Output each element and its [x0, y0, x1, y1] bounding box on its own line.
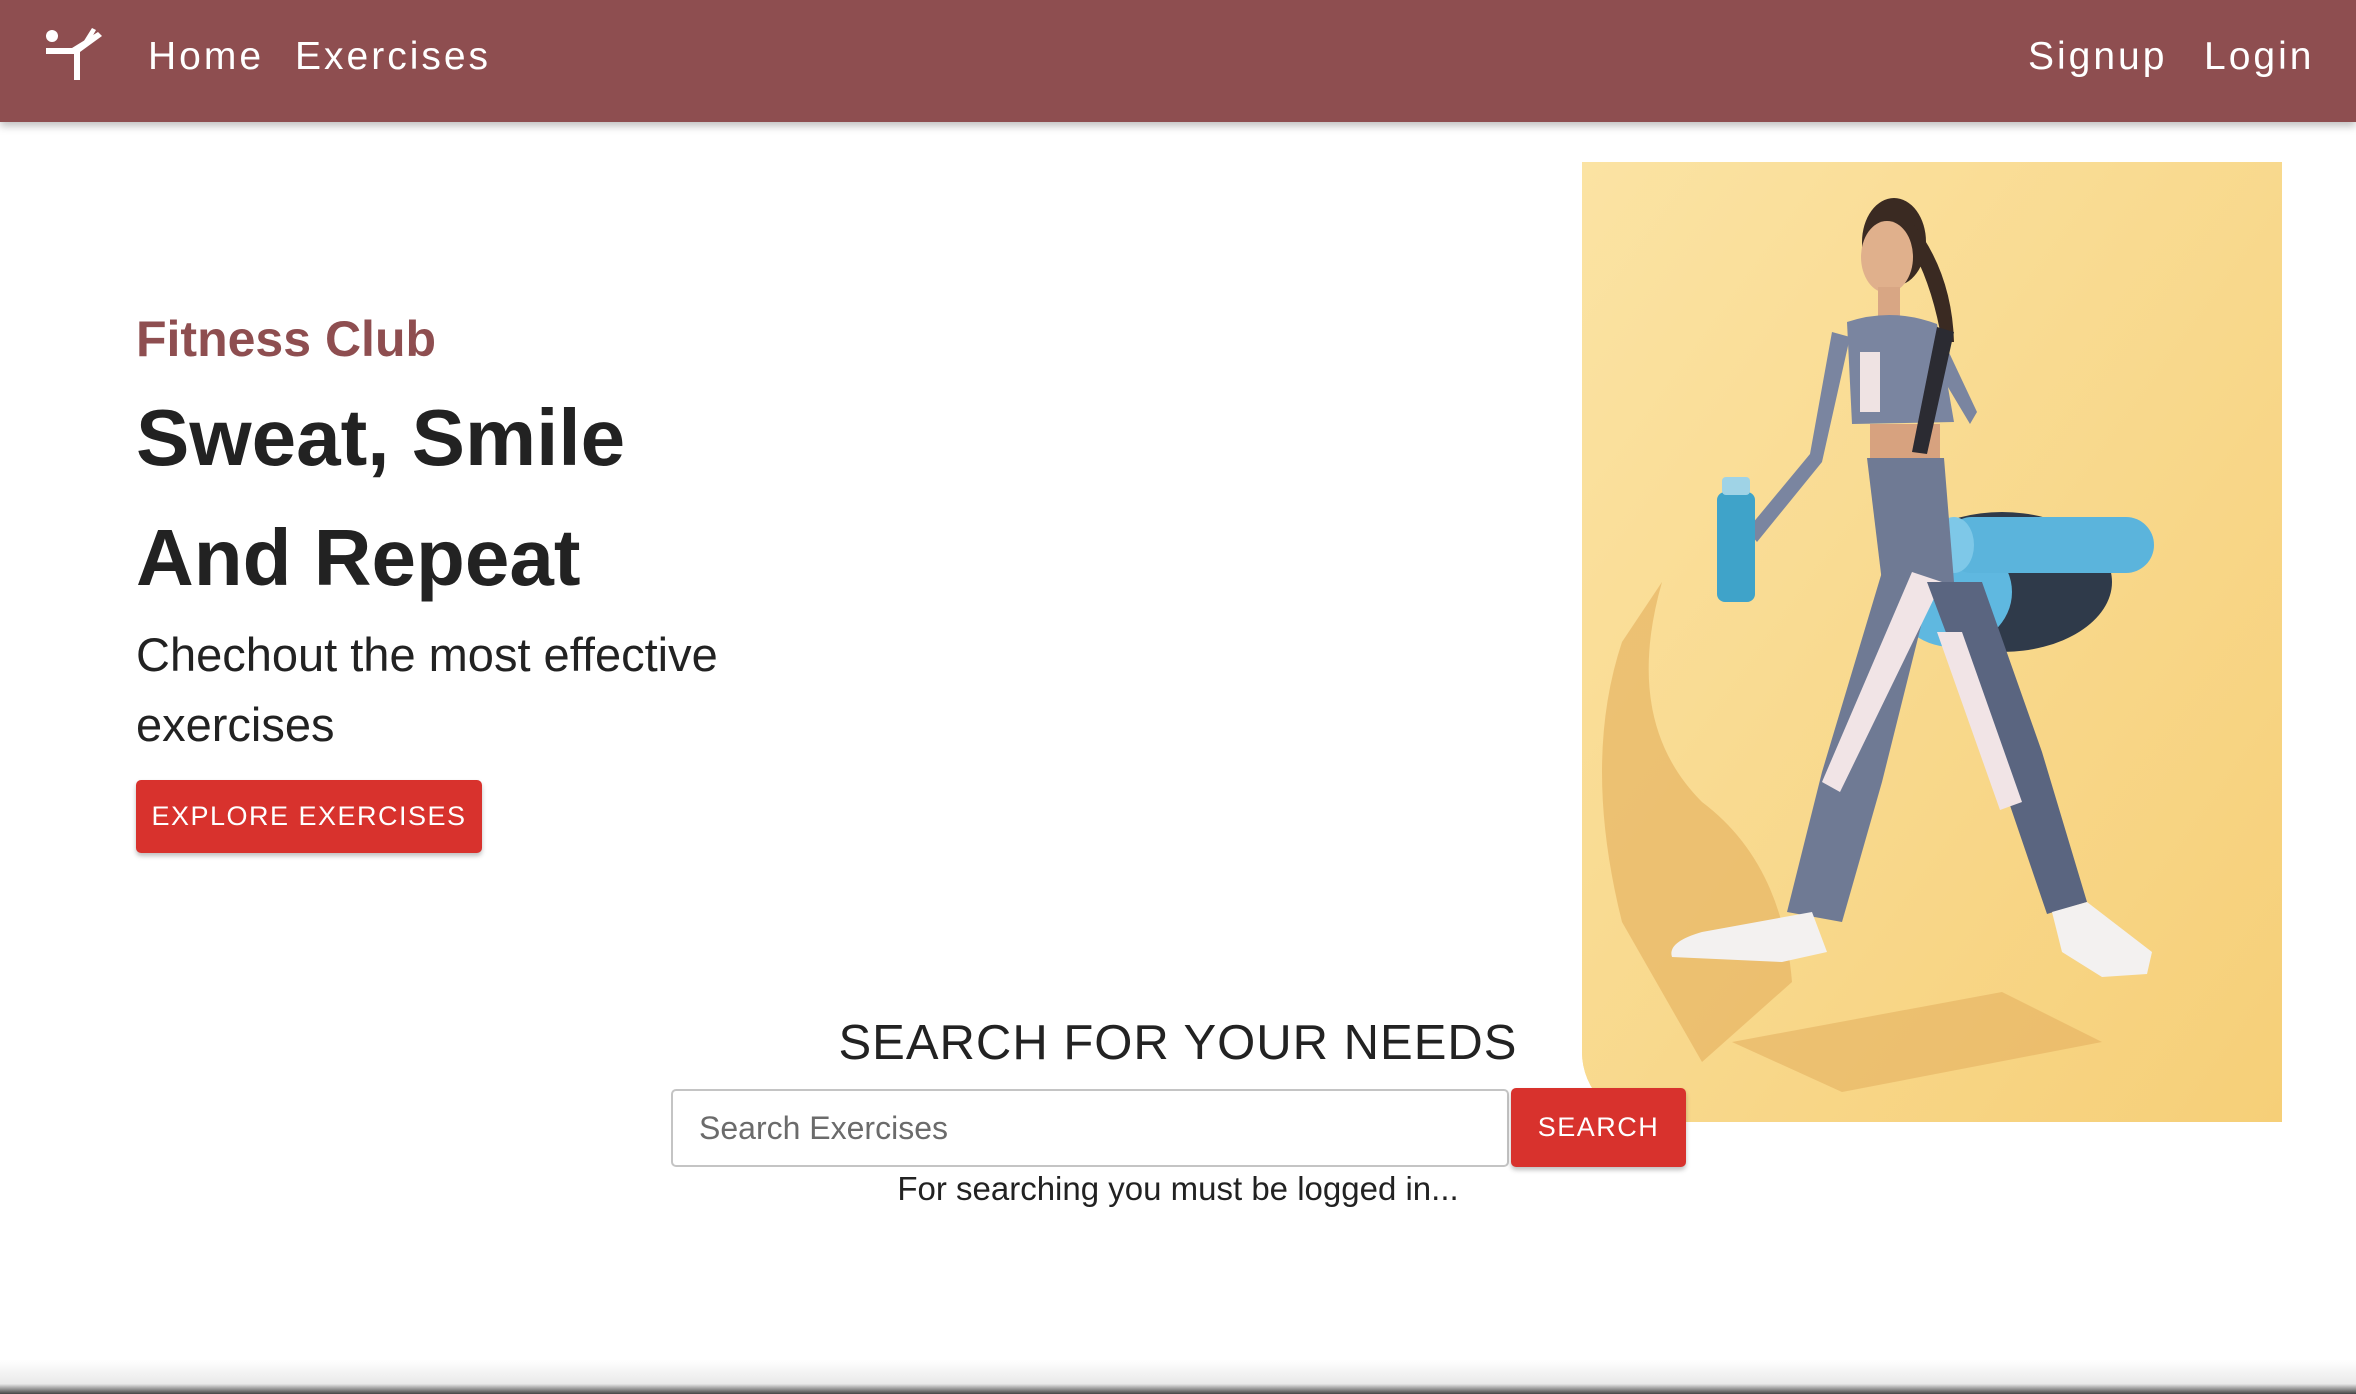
- hero-description: Chechout the most effective exercises: [136, 628, 718, 751]
- gymnast-logo-icon[interactable]: [42, 26, 108, 82]
- hero-subtitle: Fitness Club: [136, 311, 437, 367]
- search-heading: SEARCH FOR YOUR NEEDS: [838, 1016, 1518, 1070]
- search-input[interactable]: [671, 1089, 1509, 1167]
- top-navbar: Home Exercises Signup Login: [0, 0, 2356, 122]
- nav-link-exercises[interactable]: Exercises: [295, 32, 491, 82]
- hero-title-line-2: And Repeat: [136, 513, 581, 602]
- nav-link-home[interactable]: Home: [148, 32, 264, 82]
- window-bottom-edge: [0, 1360, 2356, 1394]
- fitness-woman-photo: [1582, 162, 2282, 1122]
- search-button[interactable]: SEARCH: [1511, 1088, 1686, 1167]
- explore-exercises-button[interactable]: EXPLORE EXERCISES: [136, 780, 482, 853]
- nav-link-login[interactable]: Login: [2204, 32, 2314, 82]
- nav-link-signup[interactable]: Signup: [2028, 32, 2167, 82]
- hero-title-line-1: Sweat, Smile: [136, 393, 626, 482]
- search-login-note: For searching you must be logged in...: [897, 1170, 1459, 1207]
- hero-image: [1582, 162, 2282, 1122]
